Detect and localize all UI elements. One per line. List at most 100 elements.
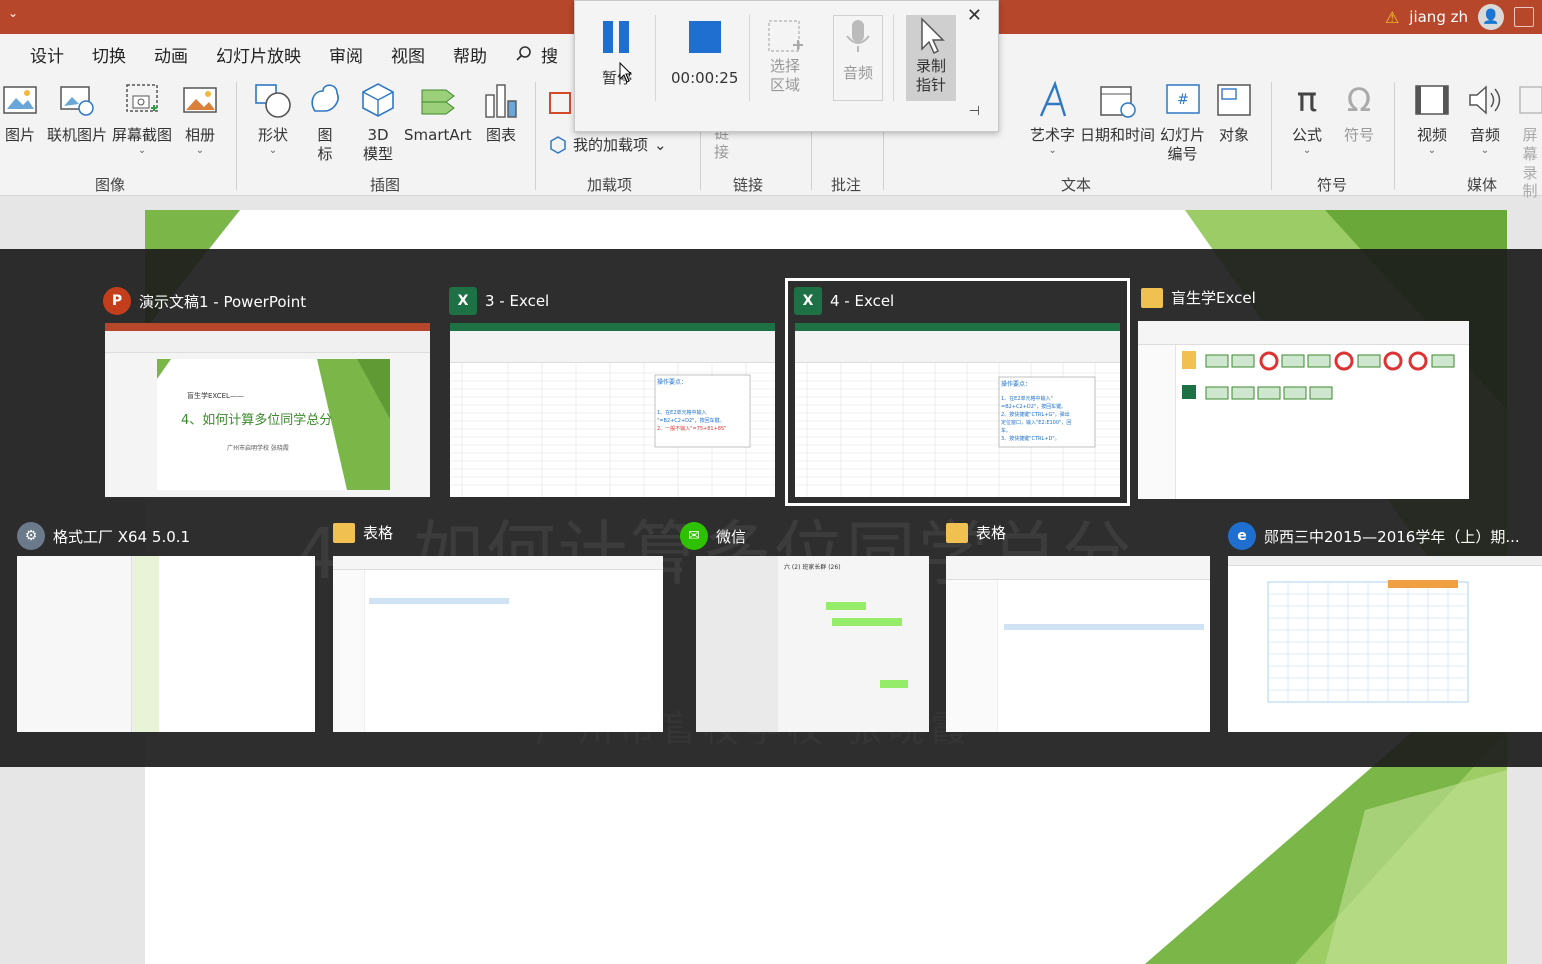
pin-icon[interactable]: ⊣ bbox=[969, 104, 980, 119]
insert-picture-button[interactable]: 图片 bbox=[2, 80, 38, 145]
wordart-button[interactable]: 艺术字 ⌄ bbox=[1030, 80, 1075, 157]
comment-group-label: 批注 bbox=[831, 176, 862, 194]
addin-store-icon[interactable] bbox=[549, 92, 571, 114]
film-icon bbox=[1414, 80, 1450, 120]
audio-label: 音频 bbox=[1469, 126, 1500, 144]
group-divider bbox=[535, 82, 536, 190]
chevron-down-icon: ⌄ bbox=[1427, 144, 1437, 156]
equation-button[interactable]: π 公式 ⌄ bbox=[1292, 80, 1322, 157]
shapes-icon bbox=[254, 80, 292, 120]
close-icon[interactable]: ✕ bbox=[967, 5, 982, 26]
thumb-note-5: 车。 bbox=[1001, 428, 1012, 434]
date-time-button[interactable]: 日期和时间 bbox=[1080, 80, 1155, 145]
mouse-cursor-icon bbox=[619, 62, 633, 83]
screenshot-label: 屏幕截图 bbox=[112, 126, 173, 144]
window-title: 格式工厂 X64 5.0.1 bbox=[53, 527, 191, 546]
thumb-note-3: 2、按快捷键"CTRL+G"，弹出 bbox=[1001, 412, 1070, 418]
spreadsheet-grid bbox=[795, 363, 1120, 497]
screen-recording-button[interactable]: 屏幕 录制 bbox=[1518, 80, 1542, 201]
window-card-header: X 4 - Excel bbox=[794, 287, 894, 315]
format-factory-icon: ⚙ bbox=[17, 522, 45, 550]
toolbar-divider bbox=[655, 15, 656, 101]
folder-icon bbox=[333, 522, 355, 543]
icons-icon bbox=[307, 80, 343, 120]
calendar-icon bbox=[1099, 80, 1137, 120]
shapes-label: 形状 bbox=[257, 126, 288, 144]
chart-button[interactable]: 图表 bbox=[484, 80, 518, 145]
image-group-label: 图像 bbox=[95, 176, 126, 194]
addin-icon bbox=[550, 135, 566, 154]
date-time-label: 日期和时间 bbox=[1080, 126, 1156, 144]
screenshot-button[interactable]: 屏幕截图 ⌄ bbox=[112, 80, 172, 157]
symbol-group-label: 符号 bbox=[1317, 176, 1348, 194]
user-name[interactable]: jiang zh bbox=[1409, 8, 1468, 26]
slide-number-button[interactable]: # 幻灯片 编号 bbox=[1160, 80, 1205, 164]
text-group-label: 文本 bbox=[1061, 176, 1092, 194]
warning-icon[interactable]: ⚠ bbox=[1385, 8, 1399, 27]
chevron-down-icon: ⌄ bbox=[195, 144, 205, 156]
my-addins-label: 我的加载项 bbox=[573, 136, 649, 154]
chevron-down-icon: ⌄ bbox=[268, 144, 278, 156]
addin-group-label: 加载项 bbox=[587, 176, 633, 194]
tell-me-search[interactable]: 搜 bbox=[501, 42, 558, 67]
window-card-header: ✉ 微信 bbox=[680, 522, 746, 550]
tab-design[interactable]: 设计 bbox=[0, 42, 78, 67]
video-button[interactable]: 视频 ⌄ bbox=[1414, 80, 1450, 157]
window-title: 郧西三中2015—2016学年（上）期... bbox=[1264, 527, 1520, 546]
chevron-down-icon: ⌄ bbox=[1302, 144, 1312, 156]
object-button[interactable]: 对象 bbox=[1216, 80, 1252, 145]
thumb-note-2: "=B2+C2+D2"，按回车键。 bbox=[657, 418, 725, 424]
folder-icon bbox=[946, 522, 968, 543]
photo-album-button[interactable]: 相册 ⌄ bbox=[182, 80, 218, 157]
online-picture-button[interactable]: 联机图片 bbox=[47, 80, 107, 145]
quick-access-chevron-icon[interactable]: ⌄ bbox=[8, 6, 18, 20]
smartart-label: SmartArt bbox=[404, 126, 472, 144]
my-addins-button[interactable]: 我的加载项 ⌄ bbox=[549, 134, 667, 155]
select-area-button[interactable]: 选择 区域 bbox=[765, 15, 805, 95]
record-pointer-button[interactable]: 录制 指针 bbox=[906, 15, 956, 101]
thumb-note-1: 1、在E2单元格中输入" bbox=[1001, 396, 1053, 402]
stop-icon bbox=[688, 21, 721, 53]
tab-slideshow[interactable]: 幻灯片放映 bbox=[202, 42, 315, 67]
audio-toggle-button[interactable]: 音频 bbox=[833, 15, 883, 101]
thumb-note-title: 操作要点： bbox=[1001, 381, 1032, 388]
window-title: 盲生学Excel bbox=[1171, 289, 1256, 307]
wordart-label: 艺术字 bbox=[1030, 126, 1076, 144]
ribbon-display-options-icon[interactable] bbox=[1514, 7, 1534, 27]
video-label: 视频 bbox=[1416, 126, 1447, 144]
speaker-icon bbox=[1467, 80, 1503, 120]
excel-icon: X bbox=[794, 287, 822, 315]
smartart-button[interactable]: SmartArt bbox=[404, 80, 472, 145]
tab-review[interactable]: 审阅 bbox=[315, 42, 377, 67]
icons-button[interactable]: 图 标 bbox=[307, 80, 343, 164]
tab-transitions[interactable]: 切换 bbox=[78, 42, 140, 67]
window-card-header: e 郧西三中2015—2016学年（上）期... bbox=[1228, 522, 1520, 550]
picture-icon bbox=[2, 80, 38, 120]
symbol-button[interactable]: Ω 符号 bbox=[1344, 80, 1374, 145]
search-label: 搜 bbox=[541, 46, 558, 67]
window-thumbnail: 操作要点： 1、在E2单元格中输入 "=B2+C2+D2"，按回车键。 2、一般… bbox=[450, 323, 775, 497]
recording-toolbar: 暂停 00:00:25 选择 区域 音频 录制 指针 ✕ ⊣ bbox=[574, 0, 999, 132]
window-card-header: 表格 bbox=[946, 522, 1006, 543]
recording-timer: 00:00:25 bbox=[671, 69, 739, 87]
3d-models-button[interactable]: 3D 模型 bbox=[360, 80, 396, 164]
wordart-icon bbox=[1035, 80, 1071, 120]
edge-icon: e bbox=[1228, 522, 1256, 550]
powerpoint-icon: P bbox=[103, 287, 131, 315]
stop-button[interactable]: 00:00:25 bbox=[671, 15, 738, 88]
wechat-icon: ✉ bbox=[680, 522, 708, 550]
excel-icon: X bbox=[449, 287, 477, 315]
tab-view[interactable]: 视图 bbox=[377, 42, 439, 67]
omega-icon: Ω bbox=[1346, 81, 1372, 119]
window-card-header: ⚙ 格式工厂 X64 5.0.1 bbox=[17, 522, 190, 550]
avatar[interactable]: 👤 bbox=[1478, 4, 1504, 30]
audio-button[interactable]: 音频 ⌄ bbox=[1467, 80, 1503, 157]
audio-toggle-label: 音频 bbox=[842, 64, 873, 82]
window-thumbnail bbox=[333, 556, 663, 732]
user-area: ⚠ jiang zh 👤 bbox=[1385, 0, 1542, 34]
chart-icon bbox=[484, 80, 518, 120]
thumb-note-2: =B2+C2+D2"，按回车键。 bbox=[1001, 404, 1067, 410]
shapes-button[interactable]: 形状 ⌄ bbox=[254, 80, 292, 157]
tab-animations[interactable]: 动画 bbox=[140, 42, 202, 67]
tab-help[interactable]: 帮助 bbox=[439, 42, 501, 67]
